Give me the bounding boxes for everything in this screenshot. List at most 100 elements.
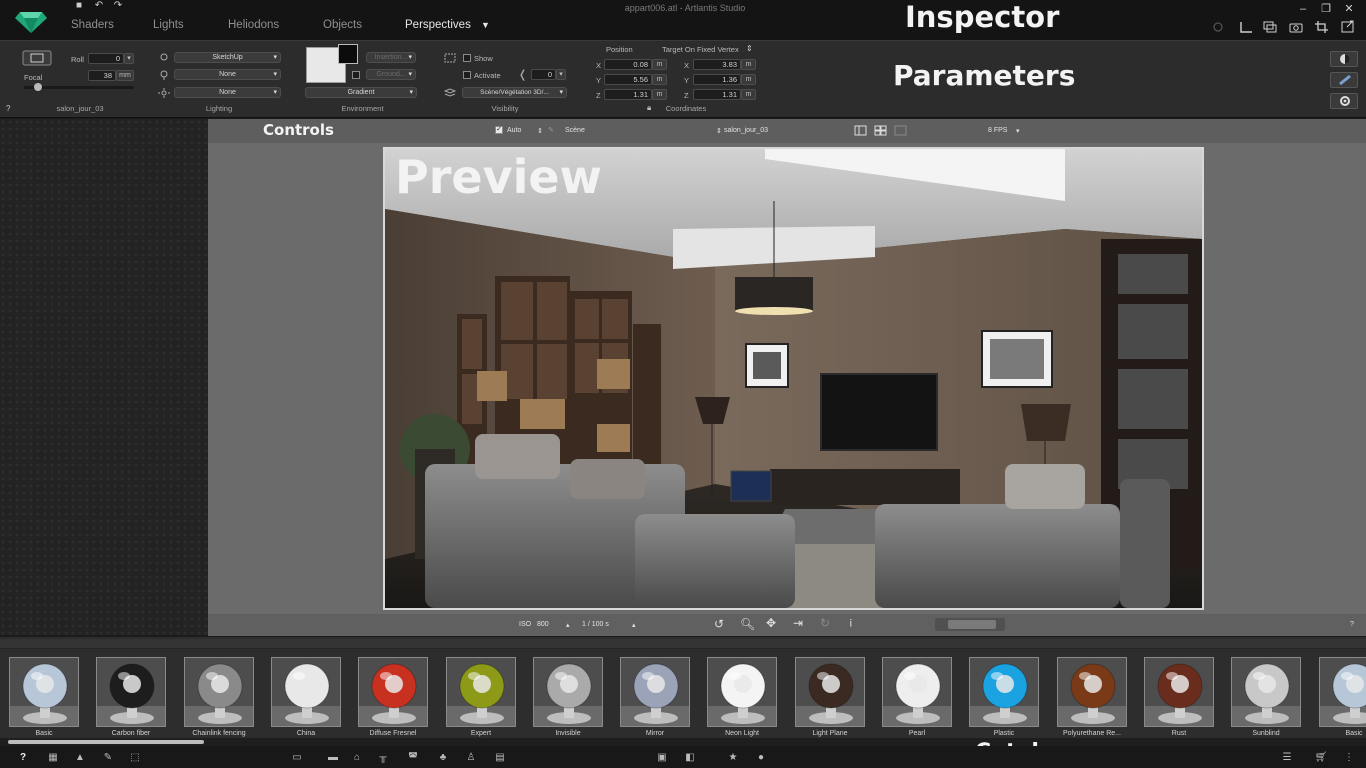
tab-objects[interactable]: Objects (323, 19, 362, 31)
insertion-button[interactable]: Insertion... (366, 52, 416, 63)
save-icon[interactable]: ■ (73, 1, 85, 11)
view-selector[interactable]: salon_jour_03 (724, 127, 768, 134)
catalog-item[interactable] (96, 657, 166, 727)
layout-grid-icon[interactable] (874, 125, 887, 136)
car-icon[interactable]: ◚ (406, 752, 420, 764)
scene-dropdown[interactable]: Scène/Végétation 3D/... (462, 87, 567, 98)
sofa-icon[interactable]: ▭ (290, 752, 304, 764)
camera-view-icon[interactable] (22, 50, 52, 66)
focal-input[interactable]: 38 (88, 70, 116, 81)
lighting-dropdown-1[interactable]: SketchUp (174, 52, 281, 63)
minimize-icon[interactable]: – (1296, 3, 1310, 15)
tree-icon[interactable]: ♣ (436, 752, 450, 764)
fps-selector[interactable]: 8 FPS (988, 127, 1007, 134)
crop-icon[interactable] (1314, 20, 1330, 34)
refresh-icon[interactable]: ↻ (820, 616, 830, 630)
grid-floor-icon[interactable]: ▦ (46, 752, 60, 764)
layer-icon[interactable]: ⬚ (128, 752, 142, 764)
lighting-dropdown-3[interactable]: None (174, 87, 281, 98)
catalog-item[interactable] (620, 657, 690, 727)
terrain-icon[interactable]: ▲ (73, 752, 87, 764)
catalog-item[interactable] (1319, 657, 1366, 727)
angle-stepper[interactable]: ▾ (556, 69, 566, 80)
layout-split-icon[interactable] (894, 125, 907, 136)
scene-sort-icon[interactable]: ⇕ (537, 127, 543, 135)
preview-render[interactable] (383, 147, 1204, 610)
restore-icon[interactable]: ❐ (1319, 3, 1333, 15)
camera-icon[interactable] (1288, 20, 1304, 34)
target-y-input[interactable]: 1.36 (693, 74, 741, 85)
auto-checkbox[interactable]: ✓ (495, 126, 503, 134)
shutter-value[interactable]: 1 / 100 s (582, 621, 609, 628)
color-settings-button[interactable] (1330, 72, 1358, 88)
table-icon[interactable]: ╥ (376, 752, 390, 764)
catalog-item[interactable] (446, 657, 516, 727)
target-label[interactable]: Target On Fixed Vertex (662, 45, 739, 54)
walk-icon[interactable]: ⇥ (793, 616, 803, 630)
redo-icon[interactable]: ↷ (112, 1, 124, 11)
axis-icon[interactable] (1238, 20, 1254, 34)
target-dropdown-icon[interactable]: ⇕ (746, 44, 753, 53)
tab-shaders[interactable]: Shaders (71, 19, 114, 31)
catalog-item[interactable] (1057, 657, 1127, 727)
tab-lights[interactable]: Lights (153, 19, 184, 31)
pos-y-input[interactable]: 5.56 (604, 74, 652, 85)
tab-heliodons[interactable]: Heliodons (228, 19, 279, 31)
favorites-star-icon[interactable]: ★ (726, 752, 740, 764)
catalog-item[interactable] (1144, 657, 1214, 727)
pos-z-input[interactable]: 1.31 (604, 89, 652, 100)
close-icon[interactable]: ✕ (1342, 3, 1356, 15)
render-slider-thumb[interactable] (948, 620, 996, 629)
roll-stepper[interactable]: ▾ (124, 53, 134, 64)
catalog-scrollbar-thumb[interactable] (8, 740, 204, 744)
roll-input[interactable]: 0 (88, 53, 124, 64)
catalog-item[interactable] (795, 657, 865, 727)
recent-icon[interactable]: ● (754, 752, 768, 764)
settings-button[interactable] (1330, 93, 1358, 109)
activate-checkbox[interactable] (463, 71, 471, 79)
shutter-stepper-icon[interactable]: ▴ (632, 621, 636, 629)
show-checkbox[interactable] (463, 54, 471, 62)
cart-icon[interactable]: 🛒︎ (1314, 752, 1328, 764)
bed-icon[interactable]: ▬ (326, 752, 340, 764)
target-x-input[interactable]: 3.83 (693, 59, 741, 70)
focal-slider-handle[interactable] (34, 83, 42, 91)
layout-single-icon[interactable] (854, 125, 867, 136)
viewport-help-icon[interactable]: ? (1350, 621, 1354, 628)
brush-icon[interactable]: ✎ (101, 752, 115, 764)
catalog-item[interactable] (707, 657, 777, 727)
foreground-color-swatch[interactable] (338, 44, 358, 64)
windows-icon[interactable] (1262, 20, 1278, 34)
catalog-item[interactable] (969, 657, 1039, 727)
info-icon[interactable]: ¡ (849, 616, 853, 628)
objects-icon[interactable]: ◧ (683, 752, 697, 764)
view-sort-icon[interactable]: ⇕ (716, 127, 722, 135)
catalog-item[interactable] (1231, 657, 1301, 727)
person-icon[interactable]: ♙ (464, 752, 478, 764)
pencil-icon[interactable]: ✎ (548, 126, 554, 134)
list-view-icon[interactable]: ☰ (1280, 752, 1294, 764)
catalog-item[interactable] (184, 657, 254, 727)
circle-icon[interactable] (1210, 20, 1226, 34)
ground-button[interactable]: Ground... (366, 69, 416, 80)
catalog-item[interactable] (9, 657, 79, 727)
pan-icon[interactable]: ✥ (766, 616, 776, 630)
zoom-icon[interactable]: 🔍︎ (740, 617, 755, 631)
angle-input[interactable]: 0 (531, 69, 556, 80)
iso-value[interactable]: 800 (537, 621, 549, 628)
background-dropdown[interactable]: Gradient (305, 87, 417, 98)
target-z-input[interactable]: 1.31 (693, 89, 741, 100)
help-icon[interactable]: ? (6, 104, 10, 113)
render-preview-button[interactable] (1330, 51, 1358, 67)
building-icon[interactable]: ▤ (493, 752, 507, 764)
catalog-item[interactable] (533, 657, 603, 727)
catalog-item[interactable] (882, 657, 952, 727)
pos-x-input[interactable]: 0.08 (604, 59, 652, 70)
fps-dropdown-icon[interactable]: ▾ (1016, 127, 1020, 135)
rotate-icon[interactable]: ↺ (714, 617, 724, 631)
lighting-dropdown-2[interactable]: None (174, 69, 281, 80)
catalog-scrollbar[interactable] (0, 738, 1366, 746)
undo-icon[interactable]: ↶ (93, 1, 105, 11)
more-menu-icon[interactable]: ⋮ (1342, 752, 1356, 764)
lamp-icon[interactable]: ⌂ (350, 752, 364, 764)
